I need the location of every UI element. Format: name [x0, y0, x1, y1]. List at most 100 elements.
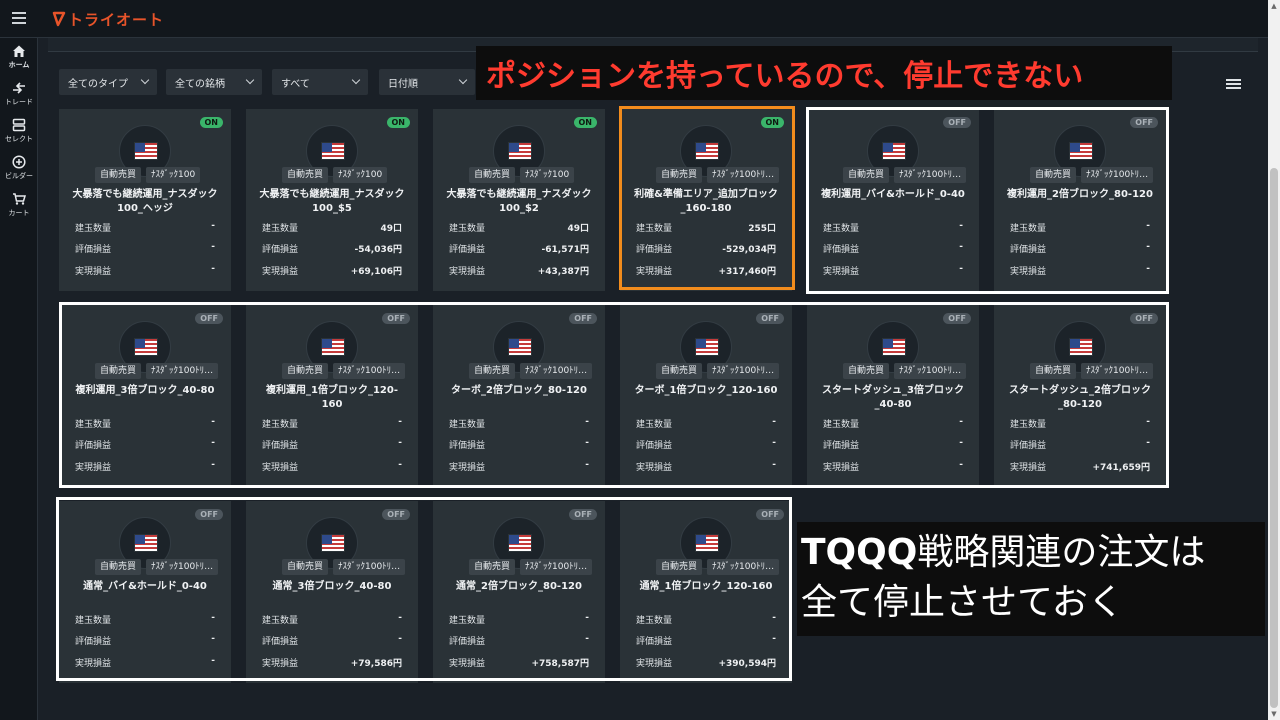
us-flag-icon — [695, 142, 719, 160]
us-flag-icon — [508, 534, 532, 552]
vertical-scrollbar[interactable]: ▲ ▼ — [1268, 0, 1280, 720]
strategy-card[interactable]: ON 自動売買 ﾅｽﾀﾞｯｸ100 大暴落でも継続運用_ナスダック100_$5 建玉数量… — [246, 109, 418, 291]
unrealized-label: 評価損益 — [823, 245, 860, 255]
unrealized-label: 評価損益 — [262, 637, 299, 647]
status-badge[interactable]: OFF — [756, 313, 784, 324]
strategy-card[interactable]: OFF 自動売買 ﾅｽﾀﾞｯｸ100ﾄﾘ… 複利運用_2倍ブロック_80-120 建玉数… — [994, 109, 1166, 291]
unrealized-value: - — [585, 438, 589, 448]
realized-value: +741,659円 — [1092, 463, 1150, 473]
strategy-card[interactable]: OFF 自動売買 ﾅｽﾀﾞｯｸ100ﾄﾘ… 通常_2倍ブロック_80-120 建玉数量 -… — [433, 501, 605, 683]
symbol-tag: ﾅｽﾀﾞｯｸ100ﾄﾘ… — [707, 167, 780, 183]
realized-value: +79,586円 — [350, 659, 402, 669]
sidebar-item-cart[interactable]: カート — [0, 186, 38, 223]
status-badge[interactable]: OFF — [569, 509, 597, 520]
strategy-card[interactable]: OFF 自動売買 ﾅｽﾀﾞｯｸ100ﾄﾘ… ターボ_2倍ブロック_80-120 建玉数量… — [433, 305, 605, 487]
unrealized-value: - — [959, 242, 963, 252]
status-badge[interactable]: ON — [199, 117, 223, 128]
chevron-down-icon — [245, 75, 255, 85]
positions-value: - — [211, 221, 215, 231]
status-badge[interactable]: OFF — [1130, 313, 1158, 324]
strategy-card[interactable]: OFF 自動売買 ﾅｽﾀﾞｯｸ100ﾄﾘ… 複利運用_3倍ブロック_40-80 建玉数量… — [59, 305, 231, 487]
app-logo[interactable]: トライオート — [52, 9, 164, 29]
strategy-card[interactable]: OFF 自動売買 ﾅｽﾀﾞｯｸ100ﾄﾘ… ターボ_1倍ブロック_120-160 建玉数… — [620, 305, 792, 487]
strategy-card[interactable]: OFF 自動売買 ﾅｽﾀﾞｯｸ100ﾄﾘ… スタートダッシュ_2倍ブロック_80-12… — [994, 305, 1166, 487]
strategy-name: 複利運用_3倍ブロック_40-80 — [75, 385, 215, 396]
sidebar-item-select[interactable]: セレクト — [0, 112, 38, 149]
strategy-name: ターボ_1倍ブロック_120-160 — [634, 385, 778, 396]
unrealized-row: 評価損益 -54,036円 — [262, 242, 402, 256]
symbol-filter-dropdown[interactable]: 全ての銘柄 — [166, 69, 262, 95]
auto-trade-tag: 自動売買 — [95, 559, 142, 575]
symbol-tag: ﾅｽﾀﾞｯｸ100 — [333, 167, 388, 183]
sidebar: ホーム トレード セレクト ビルダー カート — [0, 38, 38, 720]
realized-label: 実現損益 — [823, 463, 860, 473]
status-badge[interactable]: OFF — [382, 313, 410, 324]
status-badge[interactable]: OFF — [195, 313, 223, 324]
status-badge[interactable]: OFF — [195, 509, 223, 520]
auto-trade-tag: 自動売買 — [1030, 363, 1077, 379]
strategy-card[interactable]: OFF 自動売買 ﾅｽﾀﾞｯｸ100ﾄﾘ… 通常_1倍ブロック_120-160 建玉数量… — [620, 501, 792, 683]
positions-value: - — [959, 221, 963, 231]
strategy-card[interactable]: ON 自動売買 ﾅｽﾀﾞｯｸ100ﾄﾘ… 利確&準備エリア_追加ブロック_160-18… — [620, 109, 792, 291]
sidebar-item-home[interactable]: ホーム — [0, 38, 38, 75]
unrealized-label: 評価損益 — [262, 441, 299, 451]
realized-value: +43,387円 — [537, 267, 589, 277]
strategy-card[interactable]: OFF 自動売買 ﾅｽﾀﾞｯｸ100ﾄﾘ… 通常_3倍ブロック_40-80 建玉数量 - 評… — [246, 501, 418, 683]
realized-label: 実現損益 — [75, 463, 112, 473]
symbol-tag: ﾅｽﾀﾞｯｸ100ﾄﾘ… — [1081, 167, 1154, 183]
scroll-thumb[interactable] — [1270, 168, 1278, 708]
positions-value: - — [211, 613, 215, 623]
unrealized-row: 評価損益 - — [75, 242, 215, 256]
status-badge[interactable]: OFF — [756, 509, 784, 520]
realized-value: +390,594円 — [718, 659, 776, 669]
us-flag-icon — [695, 534, 719, 552]
positions-row: 建玉数量 - — [1010, 417, 1150, 431]
unrealized-row: 評価損益 -529,034円 — [636, 242, 776, 256]
positions-label: 建玉数量 — [75, 224, 112, 234]
sidebar-item-trade[interactable]: トレード — [0, 75, 38, 112]
type-filter-dropdown[interactable]: 全てのタイプ — [59, 69, 157, 95]
realized-label: 実現損益 — [449, 267, 486, 277]
auto-trade-tag: 自動売買 — [1030, 167, 1077, 183]
status-badge[interactable]: OFF — [382, 509, 410, 520]
us-flag-icon — [321, 338, 345, 356]
status-badge[interactable]: ON — [573, 117, 597, 128]
list-view-icon[interactable] — [1226, 79, 1241, 89]
status-badge[interactable]: ON — [386, 117, 410, 128]
status-badge[interactable]: ON — [760, 117, 784, 128]
positions-row: 建玉数量 - — [1010, 221, 1150, 235]
sidebar-item-label: セレクト — [5, 134, 33, 143]
auto-trade-tag: 自動売買 — [656, 559, 703, 575]
realized-row: 実現損益 - — [823, 264, 963, 278]
sidebar-item-builder[interactable]: ビルダー — [0, 149, 38, 186]
strategy-card[interactable]: OFF 自動売買 ﾅｽﾀﾞｯｸ100ﾄﾘ… 複利運用_バイ&ホールド_0-40 建玉数量… — [807, 109, 979, 291]
status-badge[interactable]: OFF — [569, 313, 597, 324]
sidebar-item-label: ビルダー — [5, 171, 33, 180]
status-badge[interactable]: OFF — [943, 117, 971, 128]
status-badge[interactable]: OFF — [943, 313, 971, 324]
chevron-down-icon — [458, 75, 468, 85]
strategy-card[interactable]: OFF 自動売買 ﾅｽﾀﾞｯｸ100ﾄﾘ… 通常_バイ&ホールド_0-40 建玉数量 - 評… — [59, 501, 231, 683]
strategy-card[interactable]: ON 自動売買 ﾅｽﾀﾞｯｸ100 大暴落でも継続運用_ナスダック100_ヘッジ 建玉数… — [59, 109, 231, 291]
positions-value: - — [585, 417, 589, 427]
strategy-card[interactable]: OFF 自動売買 ﾅｽﾀﾞｯｸ100ﾄﾘ… 複利運用_1倍ブロック_120-160 建玉… — [246, 305, 418, 487]
sort-dropdown[interactable]: 日付順 — [379, 69, 475, 95]
strategy-card[interactable]: ON 自動売買 ﾅｽﾀﾞｯｸ100 大暴落でも継続運用_ナスダック100_$2 建玉数量… — [433, 109, 605, 291]
realized-value: - — [772, 460, 776, 470]
positions-value: 49口 — [380, 224, 402, 234]
symbol-tag: ﾅｽﾀﾞｯｸ100 — [520, 167, 575, 183]
realized-row: 実現損益 +43,387円 — [449, 264, 589, 278]
unrealized-value: -54,036円 — [354, 245, 402, 255]
realized-value: +69,106円 — [350, 267, 402, 277]
scroll-up-arrow-icon[interactable]: ▲ — [1270, 2, 1278, 10]
unrealized-label: 評価損益 — [1010, 245, 1047, 255]
hamburger-menu-icon[interactable] — [12, 12, 26, 24]
status-badge[interactable]: OFF — [1130, 117, 1158, 128]
status-filter-dropdown[interactable]: すべて — [272, 69, 368, 95]
positions-label: 建玉数量 — [823, 420, 860, 430]
realized-row: 実現損益 - — [75, 460, 215, 474]
scroll-down-arrow-icon[interactable]: ▼ — [1270, 710, 1278, 718]
strategy-card[interactable]: OFF 自動売買 ﾅｽﾀﾞｯｸ100ﾄﾘ… スタートダッシュ_3倍ブロック_40-80… — [807, 305, 979, 487]
positions-label: 建玉数量 — [262, 616, 299, 626]
positions-label: 建玉数量 — [636, 420, 673, 430]
